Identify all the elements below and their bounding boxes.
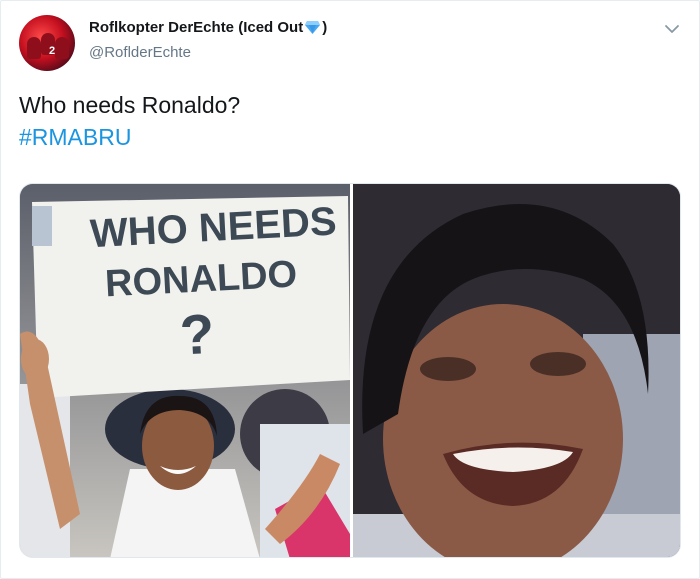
display-name-suffix: ) bbox=[322, 19, 328, 36]
chevron-down-icon[interactable] bbox=[662, 19, 682, 39]
hashtag-link[interactable]: #RMABRU bbox=[19, 121, 131, 153]
display-name[interactable]: Roflkopter DerEchte (Iced Out bbox=[89, 19, 303, 36]
closeup-face-illustration bbox=[353, 184, 680, 557]
author-name[interactable]: Roflkopter DerEchte (Iced Out ) bbox=[89, 19, 327, 36]
avatar-badge: 2 bbox=[49, 45, 56, 57]
avatar-figure bbox=[27, 37, 41, 59]
author-handle[interactable]: @RoflderEchte bbox=[89, 44, 191, 61]
media-image-left[interactable]: WHO NEEDS RONALDO ? bbox=[20, 184, 350, 557]
sign-line-3: ? bbox=[178, 302, 215, 367]
avatar[interactable]: 2 bbox=[19, 15, 75, 71]
diamond-icon bbox=[305, 21, 321, 34]
fan-with-sign-illustration: WHO NEEDS RONALDO ? bbox=[20, 184, 350, 557]
media-grid: WHO NEEDS RONALDO ? bbox=[19, 183, 681, 558]
tweet-card[interactable]: 2 Roflkopter DerEchte (Iced Out ) @Rofld… bbox=[0, 0, 700, 579]
tweet-text: Who needs Ronaldo? bbox=[19, 92, 241, 118]
media-image-right[interactable] bbox=[353, 184, 680, 557]
avatar-figure bbox=[55, 37, 69, 59]
